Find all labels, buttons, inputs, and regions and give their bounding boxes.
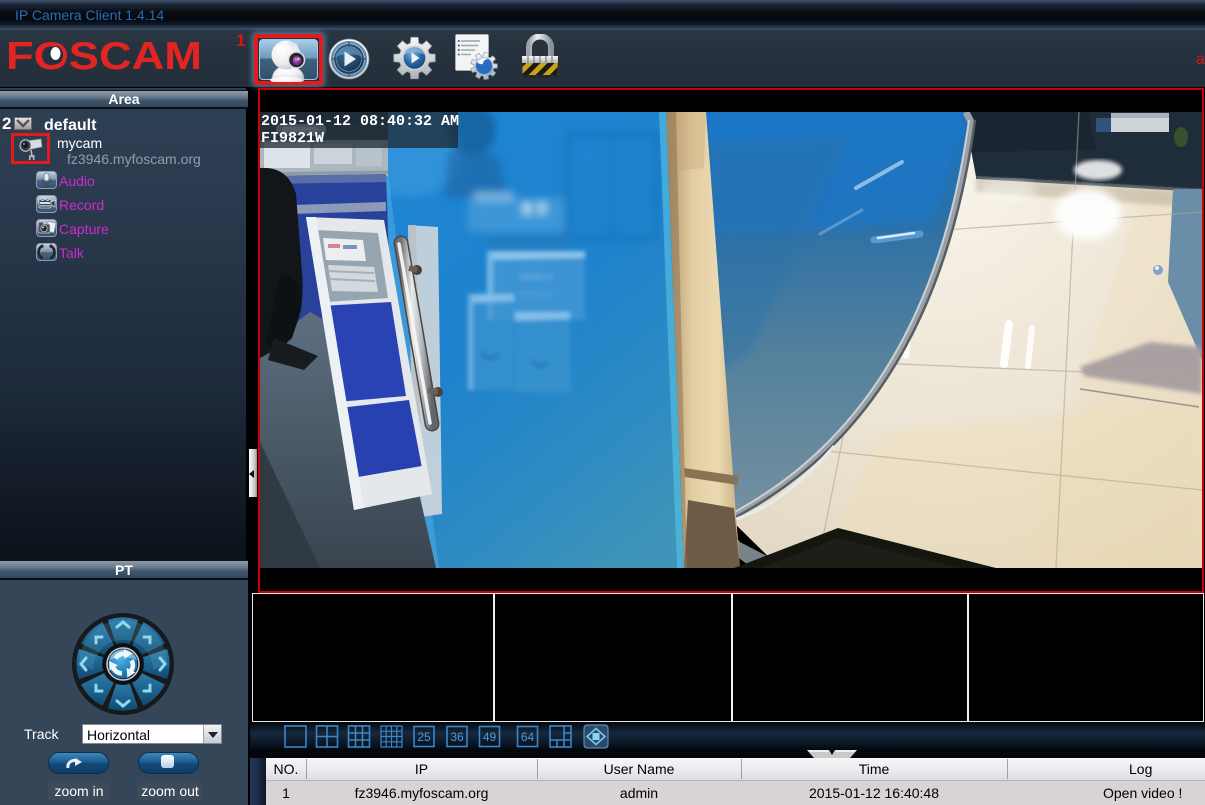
- svg-text:www.box: www.box: [519, 289, 552, 298]
- svg-text:25: 25: [417, 730, 431, 744]
- svg-text:WEBOX: WEBOX: [519, 272, 553, 282]
- svg-text:49: 49: [483, 730, 497, 744]
- svg-text:36: 36: [450, 730, 464, 744]
- svg-text:64: 64: [521, 730, 535, 744]
- svg-text:FOSCAM: FOSCAM: [6, 35, 202, 76]
